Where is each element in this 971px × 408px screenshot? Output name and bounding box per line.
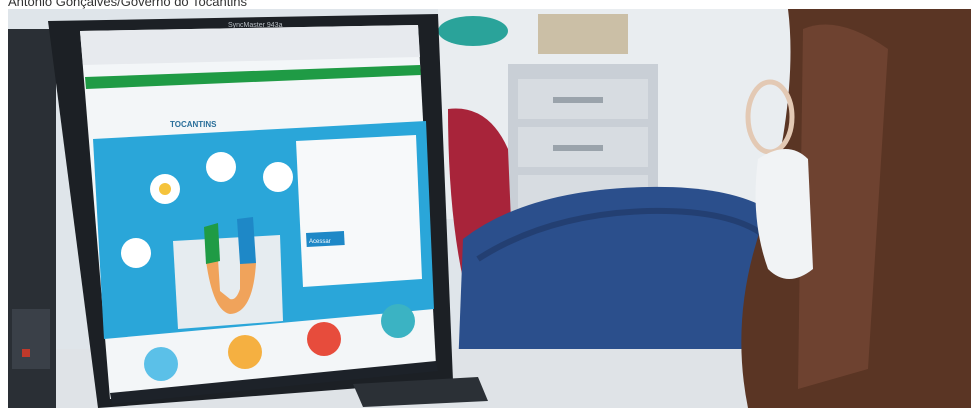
lightbulb-icon-fill xyxy=(159,183,171,195)
desktop-icon xyxy=(144,347,178,381)
logo-blue-bar xyxy=(237,217,256,264)
login-button-label: Acessar xyxy=(309,239,331,245)
pencil-icon xyxy=(121,238,151,268)
logo-green-bar xyxy=(204,223,220,264)
pc-power-light xyxy=(22,349,30,357)
document-icon xyxy=(307,322,341,356)
photo-scene: SyncMaster 943a TOCANTINS Acessar xyxy=(8,9,971,408)
pc-tower-panel xyxy=(12,309,50,369)
site-name-label: TOCANTINS xyxy=(170,120,217,129)
login-panel xyxy=(296,135,422,287)
photo-credit-caption: Antonio Gonçalves/Governo do Tocantins xyxy=(0,0,971,9)
monitor-brand-label: SyncMaster 943a xyxy=(228,22,283,29)
bag-object xyxy=(538,14,628,54)
drawer-handle-2 xyxy=(553,145,603,151)
wifi-icon xyxy=(206,152,236,182)
laptop-illustration xyxy=(173,235,283,329)
teal-object xyxy=(438,16,508,46)
office-photo: SyncMaster 943a TOCANTINS Acessar xyxy=(8,9,971,408)
user-icon xyxy=(263,162,293,192)
tablet-icon xyxy=(228,335,262,369)
caption-text: Antonio Gonçalves/Governo do Tocantins xyxy=(8,0,247,9)
drawer-handle-1 xyxy=(553,97,603,103)
monitor-icon xyxy=(381,304,415,338)
